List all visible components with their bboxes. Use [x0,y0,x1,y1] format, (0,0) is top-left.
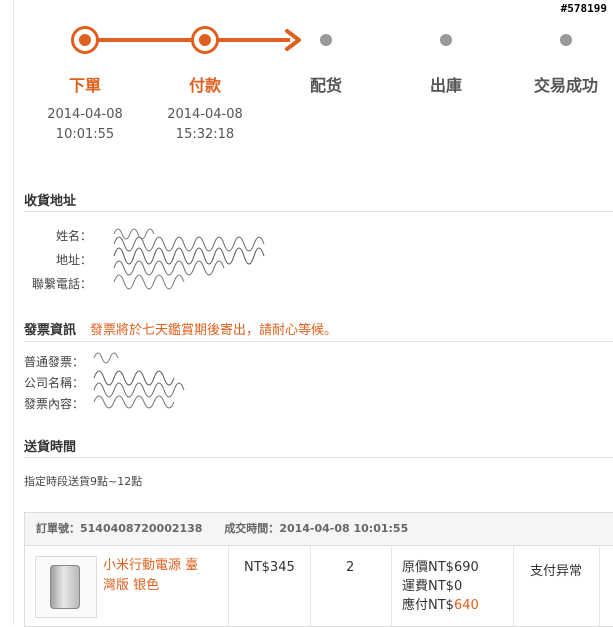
unit-price: NT$345 [244,560,295,575]
company-name-label: 公司名稱： [24,376,85,390]
progress-track [86,38,290,42]
step-packing-marker [320,34,332,46]
divider [24,211,613,212]
divider [24,341,613,342]
shipping-fee-label: 運費 [402,579,429,594]
step-label-payment: 付款 [188,76,221,95]
redacted-address-scribble [113,228,265,290]
invoice-title: 發票資訊 [24,323,77,338]
step-shipped-marker [440,34,452,46]
step-order-placed-marker [71,26,99,54]
order-table: 訂單號：5140408720002138 成交時間：2014-04-08 10:… [24,512,613,627]
original-price-label: 原價 [402,560,429,575]
step-payment-time: 2014-04-08 15:32:18 [150,105,260,145]
order-header: 訂單號：5140408720002138 成交時間：2014-04-08 10:… [25,513,613,546]
step-label-order-placed: 下單 [68,76,101,95]
status-cell: 支付异常 [514,546,600,626]
step-label-shipped: 出庫 [429,76,462,95]
divider [24,457,613,458]
product-name-link[interactable]: 小米行動電源 臺灣版 银色 [103,556,211,596]
step-label-packing: 配货 [309,76,342,95]
invoice-section: 發票資訊 發票將於七天鑑賞期後寄出，請耐心等候。 [24,319,337,338]
power-bank-icon [50,565,80,609]
watermark: #578199 [560,2,607,15]
payment-status: 支付异常 [530,564,583,579]
step-order-placed-date-text: 2014-04-08 [47,107,123,122]
payable-label: 應付NT$ [402,598,454,613]
left-border [13,0,14,625]
delivery-time-title: 送貨時間 [24,440,77,455]
invoice-content-label: 發票內容： [24,397,85,411]
quantity: 2 [346,560,355,575]
delivery-time-text: 指定時段送貨9點~12點 [24,475,143,488]
phone-label: 聯繫電話： [31,277,92,291]
original-price: NT$690 [428,560,479,575]
product-thumbnail[interactable] [35,556,97,618]
progress-arrow-icon [285,29,301,51]
invoice-notice: 發票將於七天鑑賞期後寄出，請耐心等候。 [90,323,338,338]
step-complete-marker [560,34,572,46]
unit-price-cell: NT$345 [229,546,311,626]
address-label: 地址： [55,253,92,267]
payable-line: 應付NT$640 [402,596,513,615]
name-label: 姓名： [55,229,92,243]
shipping-address-title: 收貨地址 [24,194,77,209]
order-time: 2014-04-08 10:01:55 [279,522,409,535]
shipping-fee: NT$0 [428,579,463,594]
step-label-complete: 交易成功 [533,76,598,95]
quantity-cell: 2 [311,546,392,626]
shipping-fee-line: 運費NT$0 [402,577,513,596]
step-payment-date-text: 2014-04-08 [167,107,243,122]
step-payment-clock-text: 15:32:18 [175,127,235,142]
redacted-invoice-scribble [93,352,185,409]
step-order-placed-time: 2014-04-08 10:01:55 [30,105,140,145]
order-number: 5140408720002138 [80,522,203,535]
original-price-line: 原價NT$690 [402,558,513,577]
order-time-label: 成交時間： [224,522,280,535]
order-number-label: 訂單號： [36,522,80,535]
invoice-type-label: 普通發票： [24,355,85,369]
totals-cell: 原價NT$690 運費NT$0 應付NT$640 [392,546,514,626]
step-order-placed-clock-text: 10:01:55 [55,127,115,142]
payable-amount: 640 [453,598,479,613]
step-payment-marker [191,26,219,54]
product-cell: 小米行動電源 臺灣版 银色 [25,546,229,626]
